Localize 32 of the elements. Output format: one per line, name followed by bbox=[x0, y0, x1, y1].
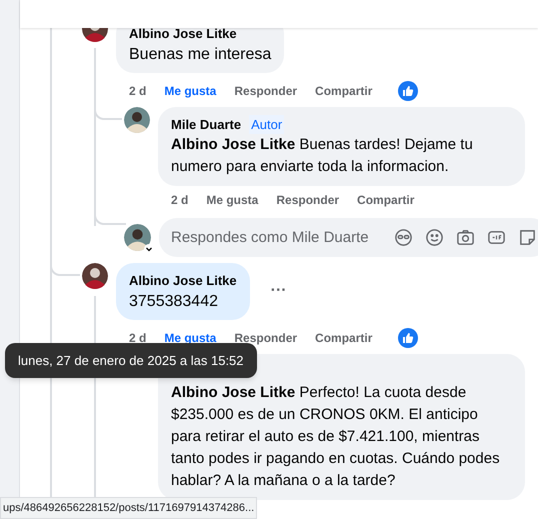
action-link[interactable]: Compartir bbox=[357, 191, 414, 209]
action-link[interactable]: Compartir bbox=[315, 82, 372, 100]
avatar-sticker-icon[interactable] bbox=[394, 228, 413, 247]
author-name[interactable]: Albino Jose Litke bbox=[129, 271, 237, 290]
action-link[interactable]: Responder bbox=[276, 191, 340, 209]
like-icon bbox=[398, 328, 418, 348]
reply-text: Albino Jose Litke Perfecto! La cuota desde $235.000 es de un CRONOS 0KM. El anticipo para retirar el auto es de $7.421.100, mientras tanto podes ir pagando en cuotas. Cuándo podes hablar? A la mañana o a la tarde? bbox=[171, 382, 501, 490]
action-link[interactable]: Compartir bbox=[315, 328, 372, 346]
avatar[interactable] bbox=[82, 263, 108, 289]
action-link[interactable]: Responder bbox=[234, 82, 298, 100]
author-name[interactable]: Albino Jose Litke bbox=[129, 28, 272, 44]
avatar[interactable] bbox=[124, 106, 150, 132]
author-name[interactable]: Mile Duarte bbox=[171, 114, 242, 134]
gif-icon[interactable] bbox=[487, 228, 506, 247]
comment-text: 3755383442 bbox=[129, 292, 219, 312]
timestamp[interactable]: 2 d bbox=[129, 82, 146, 100]
more-button[interactable]: ··· bbox=[270, 279, 287, 304]
reply-text: Albino Jose Litke Buenas tardes! Dejame tu numero para enviarte toda la informacion. bbox=[171, 135, 474, 177]
emoji-icon[interactable] bbox=[425, 228, 444, 247]
status-url: ups/486492656228152/posts/1171697914374286... bbox=[0, 497, 258, 519]
like-icon bbox=[398, 80, 418, 100]
timestamp[interactable]: 2 d bbox=[171, 191, 188, 209]
camera-icon[interactable] bbox=[456, 228, 475, 247]
action-link[interactable]: Me gusta bbox=[164, 82, 216, 100]
action-link[interactable]: Me gusta bbox=[206, 191, 258, 209]
date-tooltip: lunes, 27 de enero de 2025 a las 15:52 bbox=[5, 343, 257, 378]
comment-text: Buenas me interesa bbox=[129, 44, 272, 64]
avatar[interactable] bbox=[124, 224, 151, 251]
sticker-icon[interactable] bbox=[518, 228, 537, 247]
reply-input[interactable]: Respondes como Mile Duarte bbox=[159, 218, 538, 257]
caret-icon[interactable] bbox=[144, 244, 154, 254]
author-badge: Autor bbox=[249, 114, 284, 134]
